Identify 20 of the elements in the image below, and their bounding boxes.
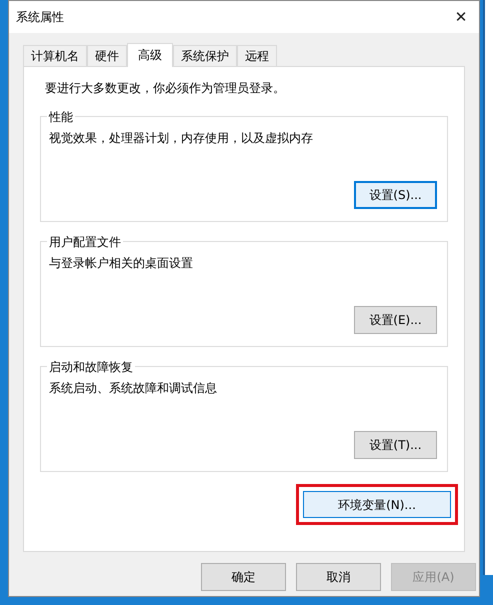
window-title: 系统属性 — [16, 9, 64, 26]
group-title: 用户配置文件 — [47, 233, 123, 251]
group-title: 性能 — [47, 108, 75, 126]
tab[interactable]: 高级 — [127, 43, 173, 67]
tab[interactable]: 远程 — [237, 45, 277, 66]
dialog-button[interactable]: 确定 — [201, 563, 286, 591]
settings-button[interactable]: 设置(T)... — [354, 431, 437, 459]
settings-button[interactable]: 设置(E)... — [354, 306, 437, 334]
tab[interactable]: 系统保护 — [173, 45, 237, 66]
tab[interactable]: 计算机名 — [23, 45, 87, 66]
group-description: 视觉效果，处理器计划，内存使用，以及虚拟内存 — [49, 130, 314, 147]
close-button[interactable]: ✕ — [447, 5, 475, 29]
dialog-button[interactable]: 取消 — [296, 563, 381, 591]
group-description: 与登录帐户相关的桌面设置 — [49, 255, 194, 272]
environment-variables-button[interactable]: 环境变量(N)... — [303, 491, 451, 518]
notice-text: 要进行大多数更改，你必须作为管理员登录。 — [45, 80, 286, 97]
settings-button[interactable]: 设置(S)... — [354, 181, 437, 209]
tab[interactable]: 硬件 — [87, 45, 127, 66]
group-title: 启动和故障恢复 — [47, 358, 135, 376]
group-description: 系统启动、系统故障和调试信息 — [49, 380, 218, 397]
